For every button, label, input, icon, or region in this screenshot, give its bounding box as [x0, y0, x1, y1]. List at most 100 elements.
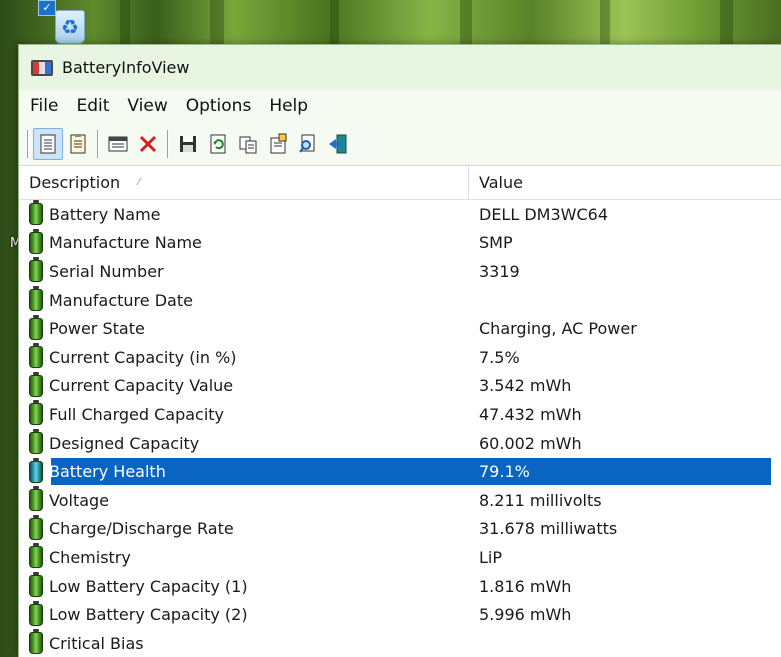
copy-button[interactable] — [233, 128, 263, 160]
exit-button[interactable] — [323, 128, 353, 160]
save-icon — [180, 135, 196, 152]
menu-bar: File Edit View Options Help — [19, 90, 781, 122]
window-icon — [108, 136, 128, 151]
row-description: Manufacture Date — [49, 290, 193, 310]
row-value: SMP — [479, 233, 513, 253]
menu-help[interactable]: Help — [260, 96, 317, 116]
column-header-value-label: Value — [479, 173, 523, 192]
table-row[interactable]: Power State Charging, AC Power — [19, 314, 781, 343]
find-icon — [299, 134, 315, 153]
row-description: Critical Bias — [49, 633, 144, 653]
battery-icon — [29, 371, 43, 397]
table-row[interactable]: Low Battery Capacity (1) 1.816 mWh — [19, 572, 781, 601]
table-row[interactable]: Manufacture Name SMP — [19, 228, 781, 258]
battery-icon — [29, 486, 43, 512]
table-row-selected[interactable]: Battery Health 79.1% — [19, 457, 781, 486]
row-description: Designed Capacity — [49, 433, 200, 453]
row-description: Current Capacity Value — [49, 376, 234, 396]
toolbar-separator — [27, 129, 29, 158]
row-value: Charging, AC Power — [479, 319, 637, 339]
list-header: Description ⁄ Value — [19, 166, 781, 200]
menu-edit[interactable]: Edit — [67, 96, 118, 116]
row-value: 1.816 mWh — [479, 576, 572, 596]
html-view-button[interactable] — [63, 128, 93, 160]
refresh-icon — [210, 134, 226, 153]
toolbar-separator — [167, 129, 169, 158]
row-value: 3319 — [479, 261, 520, 281]
battery-icon — [29, 629, 43, 655]
table-row[interactable]: Charge/Discharge Rate 31.678 milliwatts — [19, 514, 781, 544]
battery-icon — [29, 200, 43, 226]
menu-file[interactable]: File — [21, 96, 67, 116]
table-row[interactable]: Battery Name DELL DM3WC64 — [19, 200, 781, 229]
toolbar — [19, 122, 781, 166]
column-header-description-label: Description — [29, 173, 121, 192]
row-value: 5.996 mWh — [479, 605, 572, 625]
battery-icon — [29, 600, 43, 626]
recycle-icon: ♻ — [55, 10, 85, 44]
row-value: 3.542 mWh — [479, 376, 572, 396]
column-header-value[interactable]: Value — [469, 166, 523, 199]
row-description: Low Battery Capacity (2) — [49, 605, 248, 625]
row-description: Power State — [49, 319, 145, 339]
row-value: DELL DM3WC64 — [479, 204, 608, 224]
checkbox-icon[interactable]: ✓ — [38, 0, 56, 16]
battery-icon — [29, 228, 43, 254]
battery-icon — [29, 257, 43, 283]
table-row[interactable]: Voltage 8.211 millivolts — [19, 486, 781, 515]
table-row[interactable]: Designed Capacity 60.002 mWh — [19, 429, 781, 458]
row-value: 7.5% — [479, 347, 520, 367]
row-description: Serial Number — [49, 261, 164, 281]
battery-icon — [29, 457, 43, 483]
properties-button[interactable] — [263, 128, 293, 160]
copy-icon — [239, 136, 257, 153]
report-view-icon — [40, 134, 56, 153]
table-row[interactable]: Low Battery Capacity (2) 5.996 mWh — [19, 600, 781, 629]
delete-icon — [139, 135, 157, 152]
refresh-button[interactable] — [203, 128, 233, 160]
table-row[interactable]: Current Capacity (in %) 7.5% — [19, 343, 781, 372]
row-description: Battery Health — [49, 462, 166, 482]
delete-button[interactable] — [133, 128, 163, 160]
table-row[interactable]: Critical Bias — [19, 629, 781, 657]
battery-icon — [29, 572, 43, 598]
battery-icon — [29, 343, 43, 369]
row-description: Manufacture Name — [49, 233, 202, 253]
battery-icon — [29, 314, 43, 340]
find-button[interactable] — [293, 128, 323, 160]
menu-view[interactable]: View — [118, 96, 176, 116]
report-view-button[interactable] — [33, 127, 63, 160]
battery-info-list[interactable]: Description ⁄ Value Battery Name DELL DM… — [19, 166, 781, 657]
table-row[interactable]: Chemistry LiP — [19, 543, 781, 572]
row-description: Chemistry — [49, 547, 131, 567]
app-window: BatteryInfoView File Edit View Options H… — [18, 44, 781, 657]
row-description: Charge/Discharge Rate — [49, 519, 234, 539]
save-button[interactable] — [173, 128, 203, 160]
row-description: Full Charged Capacity — [49, 404, 225, 424]
row-value: 79.1% — [479, 462, 530, 482]
window-button[interactable] — [103, 128, 133, 160]
column-header-description[interactable]: Description ⁄ — [19, 166, 469, 199]
app-battery-icon — [31, 59, 53, 76]
exit-icon — [329, 134, 347, 153]
sort-arrow-icon: ⁄ — [138, 177, 140, 188]
table-row[interactable]: Current Capacity Value 3.542 mWh — [19, 371, 781, 401]
window-title: BatteryInfoView — [62, 58, 190, 77]
battery-icon — [29, 514, 43, 540]
row-description: Voltage — [49, 490, 110, 510]
row-value: 31.678 milliwatts — [479, 519, 618, 539]
row-value: 8.211 millivolts — [479, 490, 602, 510]
table-row[interactable]: Manufacture Date — [19, 286, 781, 315]
title-bar[interactable]: BatteryInfoView — [19, 45, 781, 90]
menu-options[interactable]: Options — [177, 96, 261, 116]
row-description: Low Battery Capacity (1) — [49, 576, 248, 596]
row-description: Battery Name — [49, 204, 161, 224]
row-value: 47.432 mWh — [479, 404, 582, 424]
table-row[interactable]: Full Charged Capacity 47.432 mWh — [19, 400, 781, 429]
battery-icon — [29, 543, 43, 569]
toolbar-separator — [97, 129, 99, 158]
row-value: LiP — [479, 547, 503, 567]
properties-icon — [270, 133, 287, 153]
battery-icon — [29, 400, 43, 426]
table-row[interactable]: Serial Number 3319 — [19, 257, 781, 286]
